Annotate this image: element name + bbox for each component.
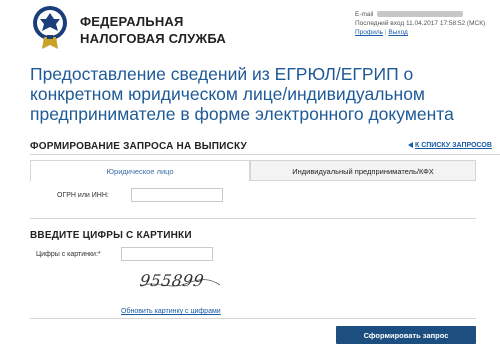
- page-title: Предоставление сведений из ЕГРЮЛ/ЕГРИП о…: [30, 64, 454, 124]
- form-divider: [30, 218, 476, 219]
- submit-request-button[interactable]: Сформировать запрос: [336, 326, 476, 344]
- last-login-value: 11.04.2017 17:58:52 (МСК): [405, 20, 486, 27]
- last-login-row: Последний вход 11.04.2017 17:58:52 (МСК): [355, 19, 485, 28]
- link-separator: |: [384, 29, 387, 36]
- captcha-input[interactable]: [121, 247, 213, 261]
- ogrn-input[interactable]: [131, 188, 223, 202]
- last-login-label: Последний вход: [355, 20, 405, 27]
- ogrn-label: ОГРН или ИНН:: [57, 192, 109, 199]
- refresh-captcha-link[interactable]: Обновить картинку с цифрами: [121, 308, 221, 315]
- user-info: E-mail Последний вход 11.04.2017 17:58:5…: [355, 10, 485, 37]
- profile-link[interactable]: Профиль: [355, 29, 383, 36]
- bottom-divider: [30, 318, 476, 319]
- brand-line-2: НАЛОГОВАЯ СЛУЖБА: [80, 31, 227, 46]
- back-link-label: К СПИСКУ ЗАПРОСОВ: [415, 142, 492, 149]
- captcha-digits: 955899: [140, 271, 205, 290]
- tab-bottom-border: [250, 180, 476, 181]
- email-label: E-mail: [355, 11, 374, 18]
- email-value-blurred: [377, 11, 464, 18]
- required-mark: *: [97, 251, 101, 258]
- tab-legal-entity[interactable]: Юридическое лицо: [30, 160, 250, 181]
- back-arrow-icon: [408, 142, 413, 149]
- tab-individual-entrepreneur[interactable]: Индивидуальный предприниматель/КФХ: [250, 160, 476, 181]
- captcha-section-title: ВВЕДИТЕ ЦИФРЫ С КАРТИНКИ: [30, 230, 192, 241]
- user-links: Профиль | Выход: [355, 28, 485, 37]
- request-section-title: ФОРМИРОВАНИЕ ЗАПРОСА НА ВЫПИСКУ: [30, 141, 247, 152]
- fns-logo-emblem: [33, 6, 67, 49]
- section-divider: [30, 154, 500, 155]
- logout-link[interactable]: Выход: [388, 29, 407, 36]
- brand-line-1: ФЕДЕРАЛЬНАЯ: [80, 14, 184, 29]
- captcha-image: 955899: [140, 271, 220, 290]
- captcha-input-label-text: Цифры с картинки:: [36, 251, 98, 258]
- back-to-requests-link[interactable]: К СПИСКУ ЗАПРОСОВ: [408, 142, 492, 149]
- captcha-input-label: Цифры с картинки:*: [36, 251, 101, 258]
- email-row: E-mail: [355, 10, 485, 19]
- brand-name: ФЕДЕРАЛЬНАЯ НАЛОГОВАЯ СЛУЖБА: [80, 13, 226, 47]
